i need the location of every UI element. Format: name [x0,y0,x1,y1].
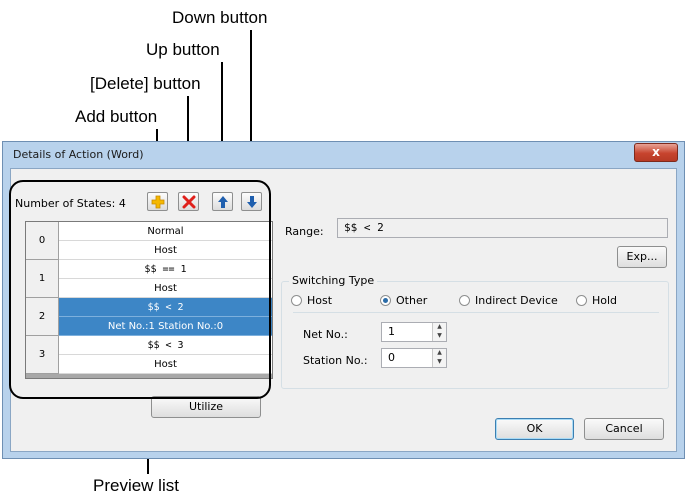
station-no-label: Station No.: [303,354,368,367]
spin-down-icon[interactable]: ▼ [433,332,446,341]
radio-hold-label: Hold [592,294,618,307]
radio-other[interactable]: Other [380,294,427,307]
callout-bracket [9,180,271,399]
cancel-button[interactable]: Cancel [584,418,664,440]
station-no-spinner[interactable]: ▲ ▼ [432,349,446,367]
spin-up-icon[interactable]: ▲ [433,323,446,332]
close-button[interactable]: x [634,143,678,162]
net-no-value: 1 [388,325,395,338]
window-title: Details of Action (Word) [13,148,144,161]
callout-preview-list: Preview list [93,476,179,495]
radio-host[interactable]: Host [291,294,332,307]
utilize-button[interactable]: Utilize [151,396,261,418]
ok-button[interactable]: OK [495,418,574,440]
net-no-field[interactable]: 1 ▲ ▼ [381,322,447,342]
station-no-value: 0 [388,351,395,364]
radio-other-indicator [380,295,391,306]
spin-down-icon[interactable]: ▼ [433,358,446,367]
callout-add-button: Add button [75,107,158,126]
callout-delete-button: [Delete] button [90,74,201,93]
radio-host-indicator [291,295,302,306]
callout-up-button: Up button [146,40,220,59]
net-no-spinner[interactable]: ▲ ▼ [432,323,446,341]
radio-indirect-device-label: Indirect Device [475,294,558,307]
radio-hold-indicator [576,295,587,306]
range-field: $$ < 2 [337,218,668,238]
station-no-field[interactable]: 0 ▲ ▼ [381,348,447,368]
title-bar[interactable]: Details of Action (Word) x [3,142,684,168]
switching-type-title: Switching Type [289,274,378,287]
radio-other-label: Other [396,294,428,307]
callout-down-button: Down button [172,8,268,27]
radio-indirect-device[interactable]: Indirect Device [459,294,558,307]
group-separator [293,312,659,313]
radio-host-label: Host [307,294,333,307]
spin-up-icon[interactable]: ▲ [433,349,446,358]
exp-button[interactable]: Exp... [617,246,667,268]
radio-hold[interactable]: Hold [576,294,617,307]
radio-indirect-device-indicator [459,295,470,306]
net-no-label: Net No.: [303,328,348,341]
range-label: Range: [285,225,324,238]
